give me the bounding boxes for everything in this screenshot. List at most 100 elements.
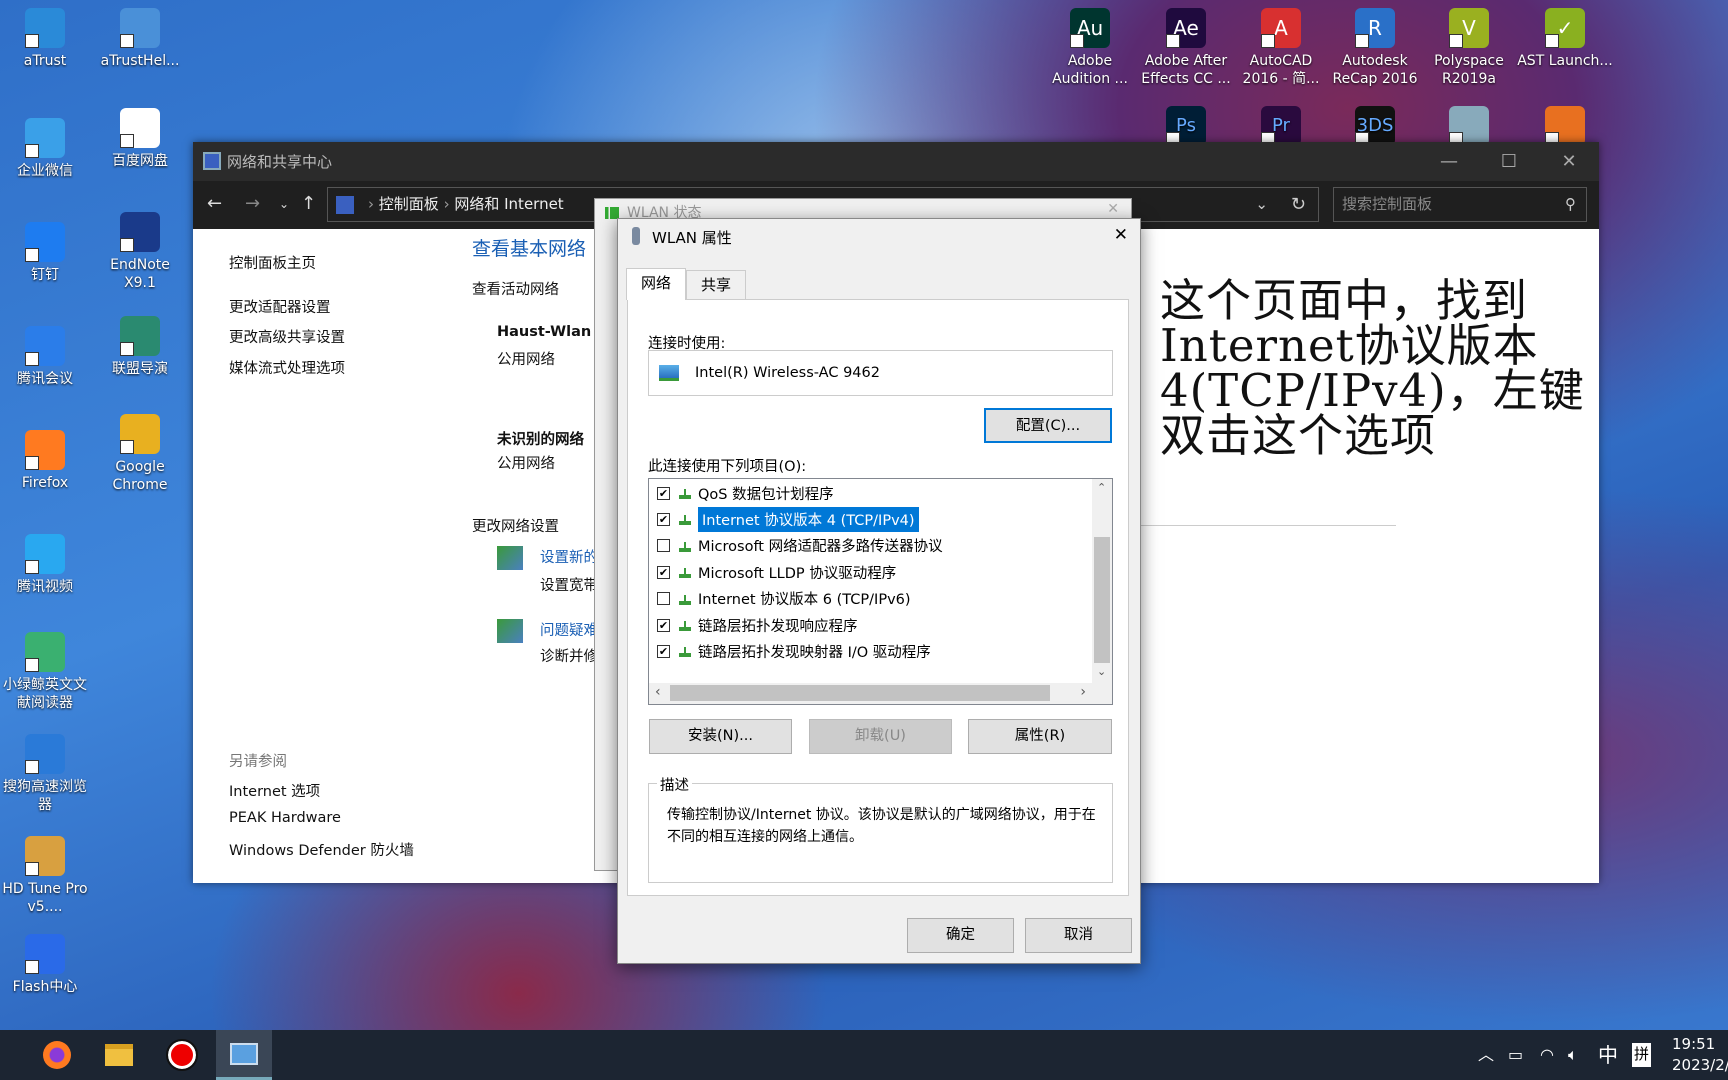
list-item[interactable]: ✔ 链路层拓扑发现映射器 I/O 驱动程序: [657, 639, 931, 663]
desktop-icon[interactable]: 小绿鲸英文文献阅读器: [0, 632, 93, 712]
checkbox[interactable]: [657, 539, 670, 553]
search-input[interactable]: 搜索控制面板 ⚲: [1333, 187, 1587, 222]
desktop-icon[interactable]: Google Chrome: [92, 414, 188, 494]
task-link[interactable]: 问题疑难: [540, 619, 598, 640]
item-label: Microsoft 网络适配器多路传送器协议: [698, 539, 943, 556]
horizontal-scrollbar[interactable]: ‹ ›: [649, 683, 1112, 704]
desktop-icon[interactable]: ✓ AST Launch...: [1517, 8, 1613, 70]
checkbox[interactable]: ✔: [657, 565, 670, 579]
volume-icon[interactable]: 🔈︎: [1568, 1030, 1578, 1080]
maximize-button[interactable]: ☐: [1479, 142, 1539, 181]
wlan-properties-dialog: WLAN 属性 ✕ 网络 共享 连接时使用: Intel(R) Wireless…: [617, 218, 1141, 964]
checkbox[interactable]: [657, 592, 670, 606]
ime-indicator[interactable]: 中: [1598, 1030, 1618, 1080]
scroll-up-icon[interactable]: ⌃: [1097, 481, 1106, 494]
tab-sharing[interactable]: 共享: [686, 270, 746, 300]
configure-button[interactable]: 配置(C)...: [984, 408, 1112, 443]
close-button[interactable]: ✕: [1114, 225, 1128, 245]
components-list[interactable]: ✔ QoS 数据包计划程序 ✔ Internet 协议版本 4 (TCP/IPv4) M…: [648, 478, 1113, 705]
icon-label: aTrust: [23, 53, 67, 69]
checkbox[interactable]: ✔: [657, 512, 670, 526]
task-link[interactable]: 设置新的: [540, 546, 598, 567]
desktop-icon[interactable]: 搜狗高速浏览器: [0, 734, 93, 814]
list-item[interactable]: Microsoft 网络适配器多路传送器协议: [657, 534, 943, 558]
app-icon: Pr: [1261, 106, 1301, 146]
sidebar-link[interactable]: 更改适配器设置: [229, 296, 331, 317]
scroll-right-icon[interactable]: ›: [1080, 684, 1086, 700]
breadcrumb-network-internet[interactable]: 网络和 Internet: [454, 195, 563, 213]
desktop-icon[interactable]: A AutoCAD 2016 - 简...: [1233, 8, 1329, 88]
desktop-icon[interactable]: Au Adobe Audition ...: [1042, 8, 1138, 88]
desktop-icon[interactable]: Ae Adobe After Effects CC ...: [1138, 8, 1234, 88]
scrollbar-thumb[interactable]: [1094, 537, 1110, 663]
desktop-icon[interactable]: aTrust: [0, 8, 93, 70]
close-button[interactable]: ✕: [1539, 142, 1599, 181]
desktop-icon[interactable]: Flash中心: [0, 934, 93, 996]
see-also-link[interactable]: Internet 选项: [229, 780, 320, 801]
minimize-button[interactable]: —: [1419, 142, 1479, 181]
taskbar-recorder[interactable]: [154, 1030, 210, 1080]
icon-label: 小绿鲸英文文献阅读器: [3, 677, 87, 711]
taskbar-control-panel[interactable]: [216, 1030, 272, 1080]
scroll-down-icon[interactable]: ⌄: [1097, 665, 1106, 678]
see-also-link[interactable]: Windows Defender 防火墙: [229, 839, 414, 860]
wifi-icon[interactable]: ◠: [1540, 1030, 1554, 1080]
desktop-icon[interactable]: 腾讯视频: [0, 534, 93, 596]
refresh-icon[interactable]: ↻: [1291, 188, 1306, 221]
see-also-link[interactable]: PEAK Hardware: [229, 810, 341, 826]
desktop-icon[interactable]: 百度网盘: [92, 108, 188, 170]
section-change-settings: 更改网络设置: [472, 519, 559, 535]
sidebar-link[interactable]: 媒体流式处理选项: [229, 357, 345, 378]
tab-network[interactable]: 网络: [626, 268, 686, 300]
page-heading: 查看基本网络: [472, 238, 587, 260]
scroll-left-icon[interactable]: ‹: [655, 684, 661, 700]
desktop-icon[interactable]: 腾讯会议: [0, 326, 93, 388]
forward-button[interactable]: →: [245, 193, 260, 214]
sidebar-link[interactable]: 更改高级共享设置: [229, 326, 345, 347]
desktop-icon[interactable]: 联盟导演: [92, 316, 188, 378]
list-item[interactable]: ✔ Internet 协议版本 4 (TCP/IPv4): [657, 506, 919, 532]
back-button[interactable]: ←: [207, 193, 222, 214]
list-item[interactable]: ✔ Microsoft LLDP 协议驱动程序: [657, 560, 896, 584]
icon-label: HD Tune Pro v5....: [2, 881, 88, 915]
sidebar-link[interactable]: 控制面板主页: [229, 252, 316, 273]
battery-icon[interactable]: ▭: [1508, 1030, 1523, 1080]
desktop-icon[interactable]: 钉钉: [0, 222, 93, 284]
install-button[interactable]: 安装(N)...: [649, 719, 792, 754]
breadcrumb-control-panel[interactable]: 控制面板: [379, 195, 439, 213]
desktop-icon[interactable]: aTrustHel...: [92, 8, 188, 70]
ime-mode[interactable]: 拼: [1632, 1043, 1652, 1067]
control-panel-icon: [336, 196, 354, 214]
icon-label: aTrustHel...: [100, 53, 180, 69]
list-item[interactable]: Internet 协议版本 6 (TCP/IPv6): [657, 587, 911, 611]
desktop-icon[interactable]: V Polyspace R2019a: [1421, 8, 1517, 88]
vertical-scrollbar[interactable]: ⌃ ⌄: [1092, 479, 1112, 685]
app-icon: [120, 316, 160, 356]
recent-dropdown[interactable]: ⌄: [279, 197, 289, 211]
desktop-icon[interactable]: Firefox: [0, 430, 93, 492]
icon-label: 企业微信: [17, 163, 73, 179]
taskbar-file-explorer[interactable]: [91, 1030, 147, 1080]
taskbar-firefox[interactable]: [29, 1030, 85, 1080]
desktop-icon[interactable]: HD Tune Pro v5....: [0, 836, 93, 916]
close-button[interactable]: ✕: [1107, 201, 1119, 217]
ok-button[interactable]: 确定: [907, 918, 1014, 953]
h-scrollbar-thumb[interactable]: [670, 685, 1050, 701]
clock[interactable]: 19:51 2023/2/: [1672, 1034, 1728, 1076]
checkbox[interactable]: ✔: [657, 644, 670, 658]
properties-button[interactable]: 属性(R): [968, 719, 1112, 754]
desktop-icon[interactable]: EndNote X9.1: [92, 212, 188, 292]
up-button[interactable]: ↑: [301, 193, 316, 214]
window-title: 网络和共享中心: [227, 153, 333, 171]
desktop-icon[interactable]: 企业微信: [0, 118, 93, 180]
cancel-button[interactable]: 取消: [1025, 918, 1132, 953]
address-dropdown[interactable]: ⌄: [1255, 188, 1268, 221]
desktop-icon[interactable]: R Autodesk ReCap 2016: [1327, 8, 1423, 88]
list-item[interactable]: ✔ 链路层拓扑发现响应程序: [657, 613, 858, 637]
show-hidden-icons[interactable]: ︿: [1478, 1030, 1494, 1080]
checkbox[interactable]: ✔: [657, 486, 670, 500]
list-item[interactable]: ✔ QoS 数据包计划程序: [657, 481, 834, 505]
uninstall-button[interactable]: 卸载(U): [809, 719, 952, 754]
checkbox[interactable]: ✔: [657, 618, 670, 632]
item-label: Internet 协议版本 4 (TCP/IPv4): [698, 506, 919, 532]
